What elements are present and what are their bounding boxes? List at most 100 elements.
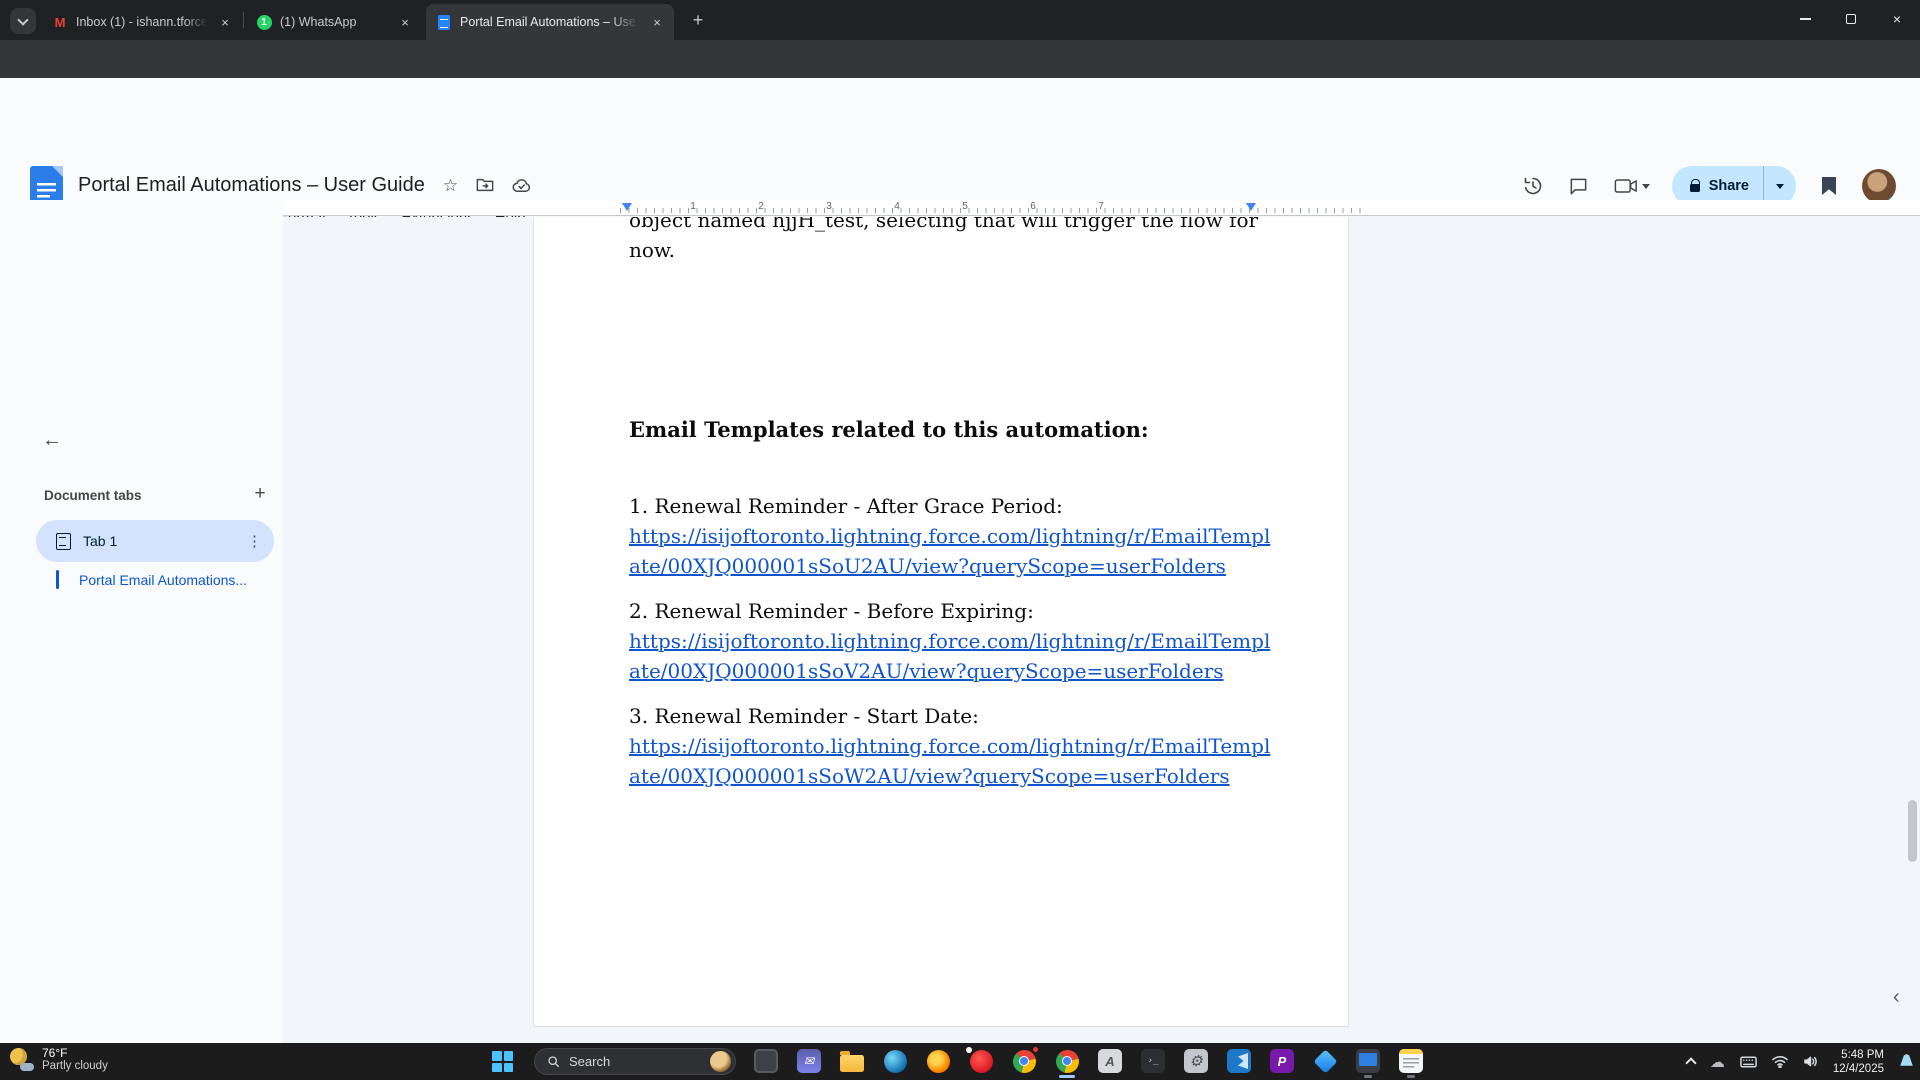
search-placeholder: Search bbox=[569, 1054, 701, 1069]
document-tab-icon bbox=[56, 533, 71, 550]
maximize-icon bbox=[1846, 14, 1856, 24]
system-tray: ☁ 5:48 PM 12/4/2025 bbox=[1687, 1043, 1914, 1080]
tab-search-button[interactable] bbox=[10, 8, 36, 34]
monitor-app-icon[interactable] bbox=[753, 1048, 779, 1074]
new-tab-button[interactable]: + bbox=[686, 8, 710, 32]
chevron-down-icon bbox=[17, 14, 28, 25]
notepad-icon[interactable] bbox=[1398, 1048, 1424, 1074]
mail-app-icon[interactable]: ✉ bbox=[796, 1048, 822, 1074]
document-status-cloud-icon[interactable] bbox=[512, 178, 531, 193]
outline-heading-link[interactable]: Portal Email Automations... bbox=[79, 572, 247, 588]
remote-display-icon[interactable] bbox=[1355, 1048, 1381, 1074]
tab-title: Inbox (1) - ishann.tforce@gmai bbox=[76, 15, 208, 29]
onedrive-cloud-icon[interactable]: ☁ bbox=[1710, 1053, 1725, 1071]
version-history-button[interactable] bbox=[1520, 173, 1546, 199]
document-tabs-header: Document tabs bbox=[44, 488, 142, 503]
close-sidebar-button[interactable]: ← bbox=[38, 426, 66, 454]
minimize-icon bbox=[1800, 18, 1811, 20]
gmail-icon: M bbox=[52, 14, 68, 30]
document-title[interactable]: Portal Email Automations – User Guide bbox=[78, 174, 425, 197]
ruler-number: 4 bbox=[891, 201, 903, 212]
notification-bell-icon[interactable] bbox=[1899, 1054, 1914, 1069]
star-document-icon[interactable]: ☆ bbox=[443, 177, 458, 194]
sidebar-tab-1[interactable]: Tab 1 ⋮ bbox=[36, 520, 274, 562]
left-indent-marker[interactable] bbox=[622, 203, 632, 211]
window-minimize-button[interactable] bbox=[1782, 0, 1828, 38]
ruler-number: 7 bbox=[1095, 201, 1107, 212]
right-indent-marker[interactable] bbox=[1246, 203, 1256, 211]
screen: M Inbox (1) - ishann.tforce@gmai × 1 (1)… bbox=[0, 0, 1920, 1080]
close-tab-icon[interactable]: × bbox=[216, 13, 234, 31]
email-template-link[interactable]: ate/00XJQ000001sSoV2AU/view?queryScope=u… bbox=[629, 656, 1259, 686]
docs-profile-avatar[interactable] bbox=[1862, 169, 1896, 203]
tab-title: (1) WhatsApp bbox=[280, 15, 388, 29]
document-canvas: object named hjjH_test, selecting that w… bbox=[283, 217, 1920, 1043]
outline-active-bar bbox=[56, 570, 59, 589]
ruler-number: 5 bbox=[959, 201, 971, 212]
chevron-down-icon bbox=[1776, 184, 1784, 189]
add-tab-button[interactable]: + bbox=[246, 480, 274, 508]
wifi-icon[interactable] bbox=[1772, 1055, 1788, 1068]
ruler-number: 2 bbox=[755, 201, 767, 212]
clock-time: 5:48 PM bbox=[1833, 1048, 1884, 1062]
start-button[interactable] bbox=[492, 1051, 513, 1072]
ruler-number: 1 bbox=[687, 201, 699, 212]
terminal-icon[interactable]: ›_ bbox=[1140, 1048, 1166, 1074]
windows-taskbar: 76°F Partly cloudy Search ✉ A ›_ ⚙ P bbox=[0, 1043, 1920, 1080]
whatsapp-icon: 1 bbox=[256, 14, 272, 30]
email-template-link[interactable]: https://isijoftoronto.lightning.force.co… bbox=[629, 521, 1259, 551]
document-tabs-sidebar: ← Document tabs + Tab 1 ⋮ Portal Email A… bbox=[0, 200, 283, 1043]
window-maximize-button[interactable] bbox=[1828, 0, 1874, 38]
tab-title: Portal Email Automations – Use bbox=[460, 15, 640, 29]
lock-icon bbox=[1690, 184, 1700, 192]
file-explorer-icon[interactable] bbox=[839, 1048, 865, 1074]
tab-whatsapp[interactable]: 1 (1) WhatsApp × bbox=[246, 5, 422, 39]
scrollbar-thumb[interactable] bbox=[1908, 800, 1917, 862]
ruler-number: 3 bbox=[823, 201, 835, 212]
anydesk-icon[interactable]: A bbox=[1097, 1048, 1123, 1074]
move-to-folder-icon[interactable] bbox=[476, 177, 494, 193]
email-template-link[interactable]: ate/00XJQ000001sSoU2AU/view?queryScope=u… bbox=[629, 551, 1259, 581]
search-icon bbox=[547, 1055, 560, 1068]
close-tab-icon[interactable]: × bbox=[396, 13, 414, 31]
weather-widget[interactable]: 76°F Partly cloudy bbox=[8, 1046, 108, 1073]
tab-google-docs-active[interactable]: Portal Email Automations – Use × bbox=[426, 4, 674, 40]
video-call-button[interactable] bbox=[1612, 173, 1652, 199]
volume-icon[interactable] bbox=[1803, 1055, 1818, 1068]
planner-icon[interactable]: P bbox=[1269, 1048, 1295, 1074]
touch-keyboard-icon[interactable] bbox=[1740, 1056, 1757, 1068]
chevron-left-icon[interactable]: ‹ bbox=[1893, 986, 1900, 1009]
list-item-label: 3. Renewal Reminder - Start Date: bbox=[629, 701, 1259, 731]
chrome-secondary-icon[interactable] bbox=[1011, 1048, 1037, 1074]
vscode-icon[interactable] bbox=[1226, 1048, 1252, 1074]
ruler-number: 6 bbox=[1027, 201, 1039, 212]
tab-options-button[interactable]: ⋮ bbox=[247, 532, 262, 550]
email-template-link[interactable]: https://isijoftoronto.lightning.force.co… bbox=[629, 731, 1259, 761]
close-tab-icon[interactable]: × bbox=[648, 13, 666, 31]
horizontal-ruler[interactable]: 1 2 3 4 5 6 7 bbox=[283, 200, 1920, 216]
taskbar-clock[interactable]: 5:48 PM 12/4/2025 bbox=[1833, 1048, 1884, 1076]
outline-entry[interactable]: Portal Email Automations... bbox=[56, 570, 247, 589]
browser-toolbar: ← → docs.google.com/document/d/1jpc3R6Cm… bbox=[0, 40, 1920, 78]
google-docs-icon bbox=[436, 14, 452, 30]
opera-icon[interactable] bbox=[968, 1048, 994, 1074]
edge-icon[interactable] bbox=[882, 1048, 908, 1074]
tab-gmail[interactable]: M Inbox (1) - ishann.tforce@gmai × bbox=[42, 5, 242, 39]
docs-header: Portal Email Automations – User Guide ☆ … bbox=[0, 78, 1920, 200]
list-item-label: 2. Renewal Reminder - Before Expiring: bbox=[629, 596, 1259, 626]
chrome-active-icon[interactable] bbox=[1054, 1048, 1080, 1074]
window-close-button[interactable]: × bbox=[1874, 0, 1920, 38]
bookmark-flag-icon[interactable] bbox=[1816, 173, 1842, 199]
firefox-icon[interactable] bbox=[925, 1048, 951, 1074]
email-template-link[interactable]: ate/00XJQ000001sSoW2AU/view?queryScope=u… bbox=[629, 761, 1259, 791]
tray-overflow-button[interactable] bbox=[1687, 1056, 1695, 1067]
taskbar-search[interactable]: Search bbox=[534, 1048, 736, 1075]
gem-app-icon[interactable] bbox=[1312, 1048, 1338, 1074]
email-template-link[interactable]: https://isijoftoronto.lightning.force.co… bbox=[629, 626, 1259, 656]
comments-button[interactable] bbox=[1566, 173, 1592, 199]
document-page[interactable]: object named hjjH_test, selecting that w… bbox=[533, 217, 1349, 1027]
list-item-label: 1. Renewal Reminder - After Grace Period… bbox=[629, 491, 1259, 521]
weather-temp: 76°F bbox=[42, 1046, 108, 1060]
browser-tab-strip: M Inbox (1) - ishann.tforce@gmai × 1 (1)… bbox=[0, 0, 1920, 40]
settings-gear-icon[interactable]: ⚙ bbox=[1183, 1048, 1209, 1074]
